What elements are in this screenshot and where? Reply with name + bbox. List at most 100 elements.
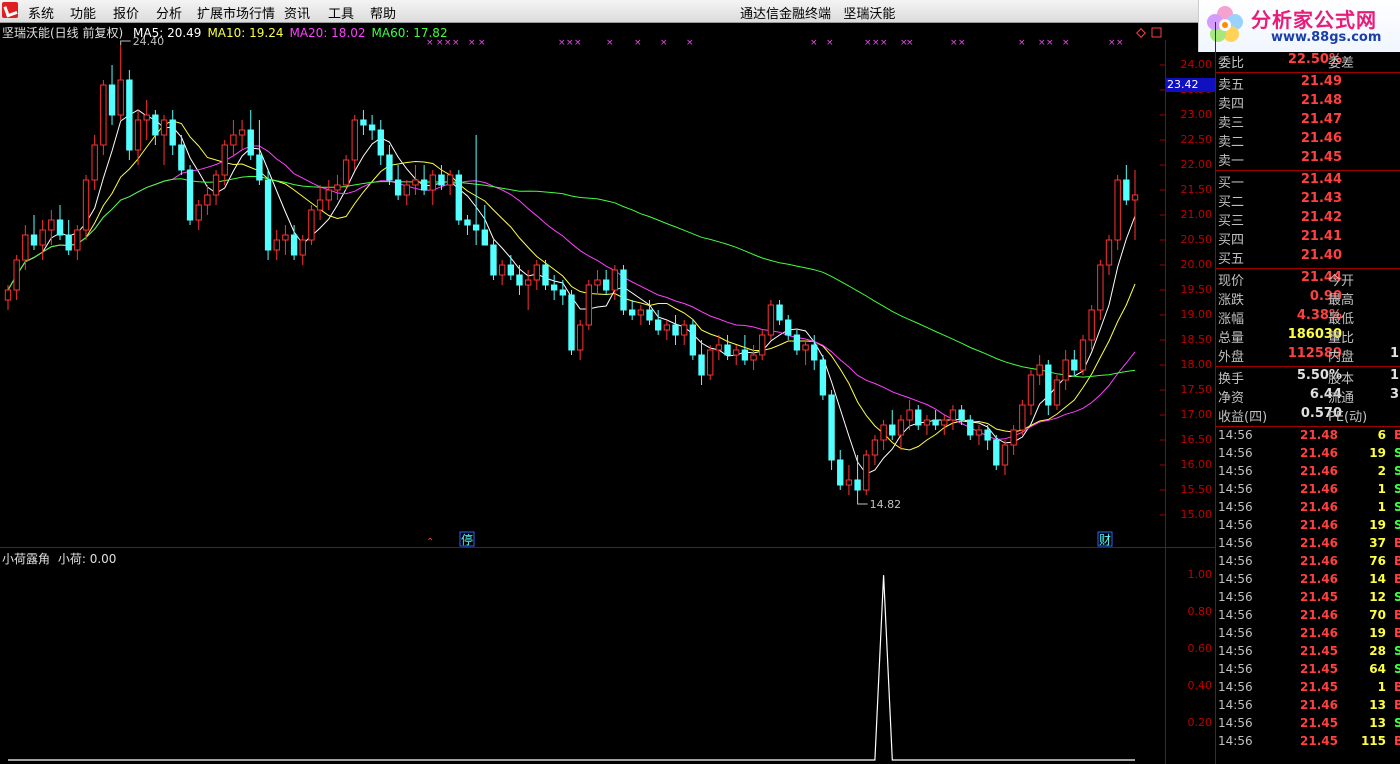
tick-direction: S — [1394, 590, 1400, 604]
tick-volume: 37 — [1369, 536, 1386, 550]
candle — [533, 260, 541, 290]
candle — [828, 390, 835, 470]
stat-row: 涨跌 0.90 最高 — [1216, 289, 1400, 308]
tick-time: 14:56 — [1218, 698, 1253, 712]
chart-diamond-icon — [1136, 28, 1146, 38]
brand-name: 分析家公式网 — [1251, 8, 1377, 32]
candle — [576, 320, 584, 360]
sell-level-3: 卖三 21.47 — [1216, 112, 1400, 131]
candle — [472, 135, 480, 245]
tick-time: 14:56 — [1218, 464, 1253, 478]
candle — [568, 290, 575, 355]
candle — [585, 280, 593, 330]
candle — [958, 405, 965, 425]
tick-row: 14:56 21.46 14 B — [1216, 572, 1400, 590]
candle — [672, 315, 679, 345]
buy-level-1-value: 21.44 — [1300, 172, 1342, 187]
candle — [152, 110, 159, 145]
stat-row-label: 总量 — [1218, 331, 1245, 346]
tick-time: 14:56 — [1218, 662, 1253, 676]
tick-row: 14:56 21.45 115 B — [1216, 734, 1400, 752]
sell-level-5-value: 21.49 — [1300, 74, 1342, 89]
stat-row-label: 外盘 — [1218, 350, 1245, 365]
candle — [74, 225, 81, 260]
buy-level-2: 买二 21.43 — [1216, 191, 1400, 210]
high-price-label-pointer — [120, 40, 131, 45]
candle — [1019, 400, 1026, 435]
candle — [65, 220, 72, 255]
candle — [1071, 350, 1078, 375]
tick-volume: 1 — [1377, 500, 1386, 514]
stat-row-label: 涨幅 — [1218, 312, 1245, 327]
tick-volume: 19 — [1369, 518, 1386, 532]
candle — [915, 405, 922, 430]
candle — [464, 215, 471, 235]
quote-panel: 委比 22.50% 委差 卖五 21.49 卖四 21.48 卖三 21.47 卖二 21.46 卖一… — [1216, 52, 1400, 764]
signal-marker: × — [426, 38, 434, 48]
candlestick-chart[interactable]: 24.4014.82× × × × × × × × × × × × × × × × × × ×× × × × × × × × ×停财… — [0, 0, 1165, 764]
candle — [767, 300, 775, 340]
signal-marker: × — [864, 38, 872, 48]
chart-window-icon — [1151, 27, 1162, 38]
tick-time: 14:56 — [1218, 554, 1253, 568]
candle — [542, 260, 549, 290]
candle — [420, 165, 428, 195]
y-tick-label: 23.00 — [1180, 108, 1213, 121]
tick-price: 21.46 — [1300, 626, 1338, 640]
candle — [559, 280, 567, 305]
stat2-row-edge: 1 — [1390, 368, 1400, 383]
candle — [299, 235, 306, 265]
candle — [481, 205, 488, 246]
tick-direction: S — [1394, 644, 1400, 658]
brand-logo: 分析家公式网 www.88gs.com — [1198, 0, 1400, 52]
buy-level-3-value: 21.42 — [1300, 210, 1342, 225]
ma10-line — [7, 120, 1136, 451]
tick-price: 21.46 — [1300, 608, 1338, 622]
buy-level-5-label: 买五 — [1218, 252, 1245, 267]
candle — [507, 255, 515, 280]
candle — [204, 185, 211, 215]
signal-marker: × — [872, 38, 880, 48]
candle — [429, 170, 436, 205]
candle — [793, 330, 801, 355]
panel-separator — [1216, 366, 1400, 367]
tick-price: 21.46 — [1300, 572, 1338, 586]
candle — [602, 270, 610, 295]
sub-y-tick-label: 0.80 — [1187, 605, 1213, 619]
tick-direction: S — [1394, 518, 1400, 532]
tick-price: 21.48 — [1300, 428, 1338, 442]
candle — [1062, 350, 1069, 390]
tick-time: 14:56 — [1218, 482, 1253, 496]
candle — [195, 200, 202, 230]
weibi-row-label: 委比 — [1218, 56, 1245, 71]
candle — [117, 45, 124, 120]
stat2-row-label: 换手 — [1218, 372, 1245, 387]
candle — [316, 185, 324, 220]
stat2-row-label: 净资 — [1218, 391, 1245, 406]
candle — [273, 230, 280, 260]
candle — [325, 180, 332, 210]
tick-volume: 2 — [1377, 464, 1386, 478]
signal-marker: × — [1116, 38, 1124, 48]
candle — [550, 275, 558, 300]
stat-row-label: 现价 — [1218, 274, 1245, 289]
stat-row-label2: 量比 — [1328, 331, 1355, 346]
panel-separator — [1216, 170, 1400, 171]
stat-row: 外盘 112589 内盘 1 — [1216, 346, 1400, 365]
tick-direction: B — [1394, 428, 1400, 442]
tick-time: 14:56 — [1218, 428, 1253, 442]
candle — [1079, 335, 1087, 375]
buy-level-3-label: 买三 — [1218, 214, 1245, 229]
buy-level-5-value: 21.40 — [1300, 248, 1342, 263]
candle — [1131, 170, 1139, 240]
candle — [594, 270, 601, 295]
tick-row: 14:56 21.46 19 S — [1216, 446, 1400, 464]
tick-price: 21.45 — [1300, 644, 1338, 658]
candle — [334, 175, 341, 200]
tick-time: 14:56 — [1218, 734, 1253, 748]
candle — [620, 265, 627, 315]
tick-price: 21.46 — [1300, 518, 1338, 532]
candle — [1001, 440, 1009, 475]
stat2-row-edge: 3 — [1390, 387, 1400, 402]
stat-row: 涨幅 4.38% 最低 — [1216, 308, 1400, 327]
